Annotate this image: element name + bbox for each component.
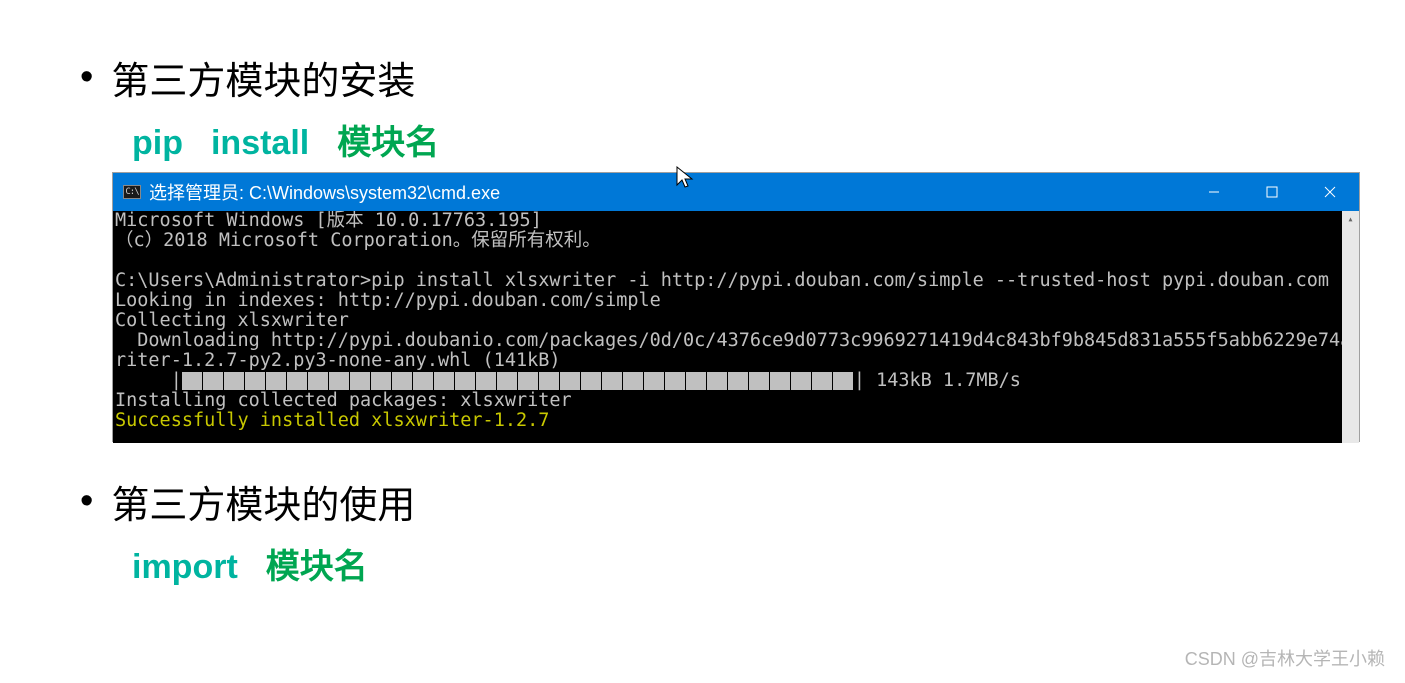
placeholder-module-name-2: 模块名 <box>266 548 368 586</box>
progress-bar <box>182 371 854 391</box>
keyword-pip: pip <box>132 124 183 162</box>
term-line-9: Installing collected packages: xlsxwrite… <box>115 391 1359 411</box>
term-progress-line: | | 143kB 1.7MB/s <box>115 371 1359 391</box>
watermark: CSDN @吉林大学王小赖 <box>1185 645 1385 671</box>
term-line-3: C:\Users\Administrator>pip install xlsxw… <box>115 271 1359 291</box>
term-line-5: Collecting xlsxwriter <box>115 311 1359 331</box>
cmd-icon: C:\ <box>123 185 141 199</box>
import-code: import 模块名 <box>132 539 1405 588</box>
cmd-title-text: 选择管理员: C:\Windows\system32\cmd.exe <box>149 179 500 205</box>
term-line-2: （c）2018 Microsoft Corporation。保留所有权利。 <box>115 231 1359 251</box>
bullet-icon: • <box>80 480 93 523</box>
cmd-titlebar[interactable]: C:\ 选择管理员: C:\Windows\system32\cmd.exe <box>113 173 1359 211</box>
term-line-7: riter-1.2.7-py2.py3-none-any.whl (141kB) <box>115 351 1359 371</box>
cmd-window: C:\ 选择管理员: C:\Windows\system32\cmd.exe M… <box>112 172 1360 442</box>
term-line-10: Successfully installed xlsxwriter-1.2.7 <box>115 411 1359 431</box>
placeholder-module-name-1: 模块名 <box>337 124 439 162</box>
mouse-cursor-icon <box>675 165 695 189</box>
term-line-4: Looking in indexes: http://pypi.douban.c… <box>115 291 1359 311</box>
window-controls <box>1185 173 1359 211</box>
section-1-heading: 第三方模块的安装 <box>111 50 415 105</box>
section-1-heading-row: • 第三方模块的安装 <box>80 50 1405 105</box>
term-line-6: Downloading http://pypi.doubanio.com/pac… <box>115 331 1359 351</box>
term-line-blank <box>115 251 1359 271</box>
section-2-heading-row: • 第三方模块的使用 <box>80 474 1405 529</box>
term-line-1: Microsoft Windows [版本 10.0.17763.195] <box>115 211 1359 231</box>
section-2-heading: 第三方模块的使用 <box>111 474 415 529</box>
progress-prefix: | <box>115 370 182 391</box>
close-button[interactable] <box>1301 173 1359 211</box>
minimize-button[interactable] <box>1185 173 1243 211</box>
cmd-body[interactable]: Microsoft Windows [版本 10.0.17763.195] （c… <box>113 211 1359 443</box>
bullet-icon: • <box>80 56 93 99</box>
maximize-button[interactable] <box>1243 173 1301 211</box>
pip-install-code: pip install 模块名 <box>132 115 1405 164</box>
cmd-scrollbar[interactable]: ▴ <box>1342 211 1359 443</box>
keyword-install: install <box>211 124 309 162</box>
progress-suffix: | 143kB 1.7MB/s <box>854 370 1021 391</box>
keyword-import: import <box>132 548 238 586</box>
scroll-up-icon[interactable]: ▴ <box>1342 211 1359 228</box>
